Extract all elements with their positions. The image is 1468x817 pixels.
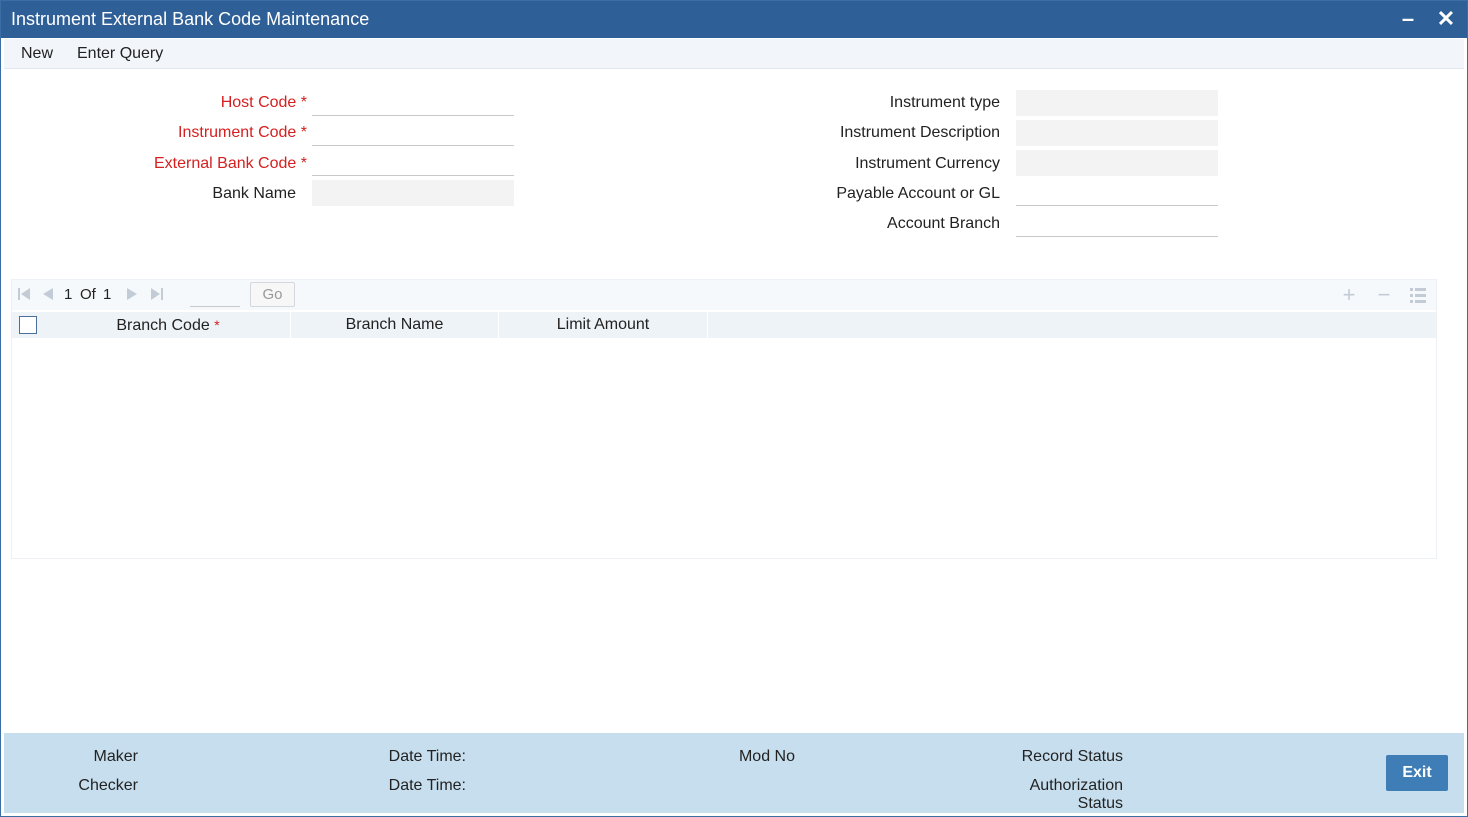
maintenance-window: Instrument External Bank Code Maintenanc…	[0, 0, 1468, 817]
next-page-icon[interactable]	[124, 286, 140, 302]
instrument-type-label: Instrument type	[889, 94, 1000, 111]
instrument-description-label: Instrument Description	[839, 124, 1000, 141]
go-button[interactable]: Go	[250, 282, 295, 307]
payable-account-label: Payable Account or GL	[836, 185, 1000, 202]
bank-name-field	[312, 180, 514, 206]
mod-no-label: Mod No	[738, 748, 795, 765]
grid-toolbar: 1 Of 1 Go + −	[12, 280, 1436, 310]
previous-page-icon[interactable]	[40, 286, 56, 302]
add-row-icon[interactable]: +	[1338, 284, 1360, 306]
instrument-code-label: Instrument Code *	[178, 124, 307, 141]
column-header-branch-code[interactable]: Branch Code *	[46, 312, 291, 338]
new-menu-item[interactable]: New	[21, 45, 53, 63]
page-number-input[interactable]	[190, 283, 240, 307]
authorization-status-label-line1: Authorization	[1029, 777, 1123, 794]
maker-label: Maker	[93, 748, 138, 765]
window-title: Instrument External Bank Code Maintenanc…	[11, 9, 370, 29]
page-total: 1	[103, 286, 112, 303]
single-view-icon[interactable]	[1409, 286, 1427, 304]
instrument-currency-label: Instrument Currency	[855, 155, 1000, 172]
checker-label: Checker	[78, 777, 138, 794]
minimize-icon[interactable]: –	[1395, 6, 1421, 32]
instrument-code-input[interactable]	[312, 120, 514, 146]
account-branch-input[interactable]	[1016, 211, 1218, 237]
checker-date-time-label: Date Time:	[388, 777, 466, 794]
external-bank-code-label: External Bank Code *	[154, 155, 307, 172]
close-icon[interactable]: ✕	[1433, 6, 1459, 32]
delete-row-icon[interactable]: −	[1373, 284, 1395, 306]
title-bar: Instrument External Bank Code Maintenanc…	[1, 1, 1467, 38]
authorization-status-label-line2: Status	[1077, 795, 1123, 812]
payable-account-input[interactable]	[1016, 180, 1218, 206]
column-header-branch-name[interactable]: Branch Name	[291, 312, 499, 338]
enter-query-menu-item[interactable]: Enter Query	[77, 45, 163, 63]
maker-date-time-label: Date Time:	[388, 748, 466, 765]
external-bank-code-input[interactable]	[312, 150, 514, 176]
audit-footer: Maker Checker Date Time: Date Time: Mod …	[4, 733, 1464, 813]
branch-grid: 1 Of 1 Go + − Branch Code * Branch Name …	[11, 279, 1437, 559]
host-code-input[interactable]	[312, 90, 514, 116]
record-status-label: Record Status	[1021, 748, 1123, 765]
page-of-label: Of	[80, 286, 96, 303]
host-code-label: Host Code *	[220, 94, 307, 111]
grid-header: Branch Code * Branch Name Limit Amount	[12, 312, 1436, 338]
instrument-type-field	[1016, 90, 1218, 116]
exit-button[interactable]: Exit	[1386, 755, 1448, 791]
page-current: 1	[64, 286, 73, 303]
first-page-icon[interactable]	[16, 286, 32, 302]
last-page-icon[interactable]	[149, 286, 165, 302]
bank-name-label: Bank Name	[212, 185, 296, 202]
instrument-description-field	[1016, 120, 1218, 146]
instrument-currency-field	[1016, 150, 1218, 176]
menu-bar: New Enter Query	[4, 39, 1464, 69]
account-branch-label: Account Branch	[887, 215, 1000, 232]
column-header-limit-amount[interactable]: Limit Amount	[499, 312, 708, 338]
select-all-checkbox[interactable]	[19, 316, 37, 334]
